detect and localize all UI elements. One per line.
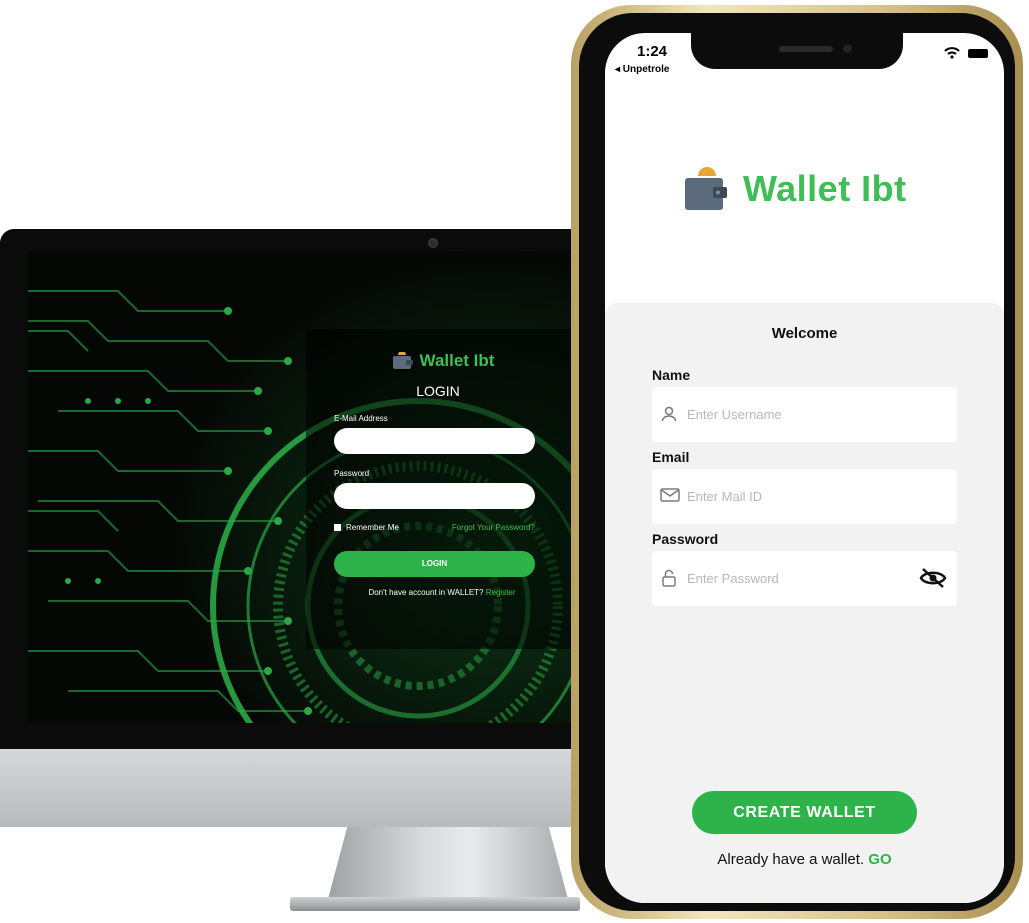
name-label: Name: [652, 367, 691, 383]
desktop-email-input[interactable]: [334, 428, 535, 454]
password-label: Password: [652, 531, 719, 547]
desktop-screen: Wallet Ibt LOGIN E-Mail Address Password…: [28, 251, 573, 723]
login-title: LOGIN: [416, 383, 460, 399]
remember-checkbox[interactable]: [334, 524, 341, 532]
signup-sheet: Welcome Name Enter Username Email Enter: [605, 303, 1004, 903]
wallet-icon: [685, 167, 727, 210]
already-have-wallet: Already have a wallet. GO: [605, 851, 1004, 868]
wifi-icon: [944, 47, 960, 59]
already-text: Already have a wallet.: [717, 851, 865, 868]
username-input[interactable]: Enter Username: [652, 387, 957, 442]
password-input[interactable]: Enter Password: [652, 551, 957, 606]
back-to-app[interactable]: ◂ Unpetrole: [615, 64, 669, 75]
monitor-base: [290, 897, 580, 911]
wallet-icon: [392, 352, 413, 369]
go-link[interactable]: GO: [868, 851, 891, 868]
desktop-monitor: Wallet Ibt LOGIN E-Mail Address Password…: [0, 229, 600, 829]
forgot-password-link[interactable]: Forgot Your Password?: [452, 523, 535, 532]
battery-icon: [968, 48, 988, 58]
register-row: Don't have account in WALLET? Register: [314, 588, 570, 597]
remember-me[interactable]: Remember Me: [334, 523, 399, 532]
monitor-bezel: Wallet Ibt LOGIN E-Mail Address Password…: [0, 229, 600, 749]
login-form: Wallet Ibt LOGIN E-Mail Address Password…: [306, 351, 570, 597]
password-placeholder: Enter Password: [687, 571, 779, 586]
login-button[interactable]: LOGIN: [334, 551, 535, 577]
password-label: Password: [334, 469, 370, 478]
register-prompt: Don't have account in WALLET?: [368, 588, 484, 597]
webcam: [428, 238, 438, 248]
remember-label: Remember Me: [346, 523, 399, 532]
phone-brand: Wallet Ibt: [683, 166, 907, 212]
welcome-heading: Welcome: [771, 325, 838, 342]
earpiece: [779, 46, 833, 52]
email-label: E-Mail Address: [334, 414, 388, 423]
desktop-brand: Wallet Ibt: [316, 351, 570, 371]
status-time: 1:24: [637, 43, 668, 60]
phone-bezel: 1:24 ◂ Unpetrole Wallet Ibt Welcome Name…: [579, 13, 1015, 911]
mail-icon: [660, 488, 680, 502]
front-camera: [843, 44, 852, 53]
desktop-password-input[interactable]: [334, 483, 535, 509]
phone-brand-name: Wallet Ibt: [743, 168, 907, 209]
create-wallet-button[interactable]: CREATE WALLET: [692, 791, 917, 834]
user-icon: [661, 406, 677, 422]
register-link[interactable]: Register: [486, 588, 516, 597]
phone-screen: 1:24 ◂ Unpetrole Wallet Ibt Welcome Name…: [605, 33, 1004, 903]
phone-frame: 1:24 ◂ Unpetrole Wallet Ibt Welcome Name…: [571, 5, 1023, 919]
desktop-brand-name: Wallet Ibt: [419, 351, 495, 370]
remember-row: Remember Me Forgot Your Password?: [334, 523, 535, 532]
phone-notch: [691, 33, 903, 69]
email-placeholder: Enter Mail ID: [687, 489, 763, 504]
lock-icon: [662, 569, 676, 587]
monitor-chin: [0, 749, 600, 827]
eye-off-icon[interactable]: [919, 566, 947, 590]
status-icons: [944, 47, 988, 59]
monitor-stand: [328, 827, 568, 899]
email-label: Email: [652, 449, 690, 465]
email-input[interactable]: Enter Mail ID: [652, 469, 957, 524]
username-placeholder: Enter Username: [687, 407, 782, 422]
